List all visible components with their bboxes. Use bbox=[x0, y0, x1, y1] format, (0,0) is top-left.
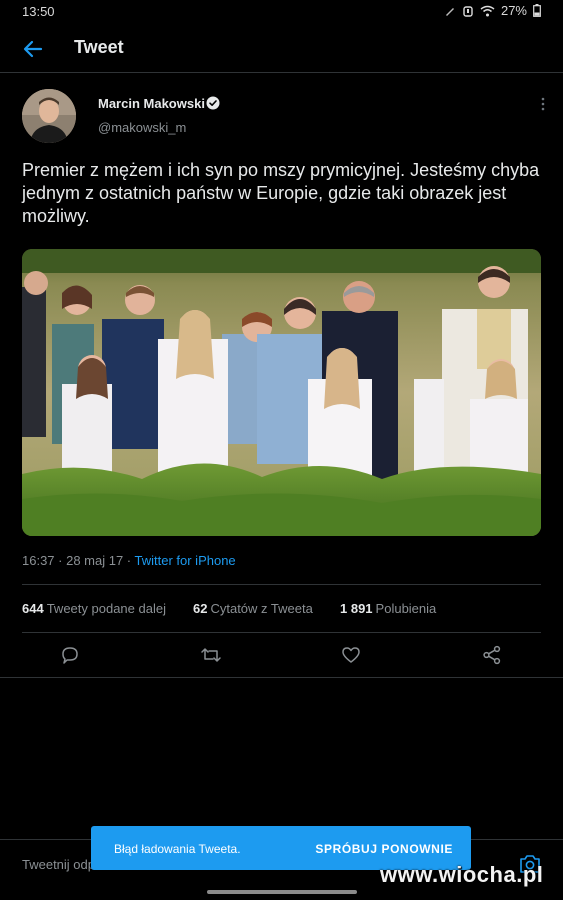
tweet-timestamp: 16:37 · 28 maj 17 · Twitter for iPhone bbox=[22, 553, 236, 568]
share-icon[interactable] bbox=[482, 645, 502, 665]
likes-stat[interactable]: 1 891 Polubienia bbox=[340, 601, 436, 616]
quotes-count: 62 bbox=[193, 601, 208, 616]
avatar[interactable] bbox=[22, 89, 76, 143]
toast-message: Błąd ładowania Tweeta. bbox=[114, 842, 241, 856]
wifi-icon bbox=[480, 5, 495, 16]
status-icons: 27% bbox=[444, 3, 541, 18]
watermark: www.wiocha.pl bbox=[380, 862, 544, 887]
more-options-icon[interactable] bbox=[536, 96, 550, 112]
page-title: Tweet bbox=[74, 37, 124, 57]
timestamp-text: 16:37 · 28 maj 17 · bbox=[22, 553, 135, 568]
quotes-stat[interactable]: 62 Cytatów z Tweeta bbox=[193, 601, 313, 616]
status-time: 13:50 bbox=[22, 4, 55, 19]
retweets-count: 644 bbox=[22, 601, 44, 616]
author-handle[interactable]: @makowski_m bbox=[98, 120, 186, 135]
quotes-label: Cytatów z Tweeta bbox=[210, 601, 313, 616]
retweets-label: Tweety podane dalej bbox=[46, 601, 166, 616]
likes-count: 1 891 bbox=[340, 601, 373, 616]
likes-label: Polubienia bbox=[375, 601, 437, 616]
status-bar: 13:50 27% bbox=[0, 0, 563, 24]
like-icon[interactable] bbox=[341, 645, 361, 665]
battery-percent: 27% bbox=[500, 3, 527, 18]
group-photo-image bbox=[22, 249, 541, 536]
retweets-stat[interactable]: 644 Tweety podane dalej bbox=[22, 601, 166, 616]
tweet-actions bbox=[0, 633, 563, 678]
reply-icon[interactable] bbox=[60, 645, 80, 665]
verified-badge-icon bbox=[206, 96, 220, 110]
battery-icon bbox=[533, 4, 541, 17]
pen-icon bbox=[445, 7, 454, 16]
tweet-source-link[interactable]: Twitter for iPhone bbox=[135, 553, 236, 568]
retweet-icon[interactable] bbox=[201, 645, 221, 665]
avatar-image bbox=[22, 89, 76, 143]
author-name[interactable]: Marcin Makowski bbox=[98, 96, 205, 111]
tweet-text: Premier z mężem i ich syn po mszy prymic… bbox=[22, 160, 540, 226]
arrow-left-icon[interactable] bbox=[20, 36, 46, 62]
retry-button[interactable]: SPRÓBUJ PONOWNIE bbox=[315, 842, 453, 856]
tweet-photo[interactable] bbox=[22, 249, 541, 536]
home-indicator[interactable] bbox=[207, 890, 357, 894]
top-app-bar: Tweet bbox=[0, 24, 563, 73]
tweet-stats: 644 Tweety podane dalej 62 Cytatów z Tweet… bbox=[22, 584, 541, 633]
alarm-icon bbox=[463, 5, 473, 17]
reply-input-placeholder[interactable]: Tweetnij odp bbox=[22, 857, 95, 872]
